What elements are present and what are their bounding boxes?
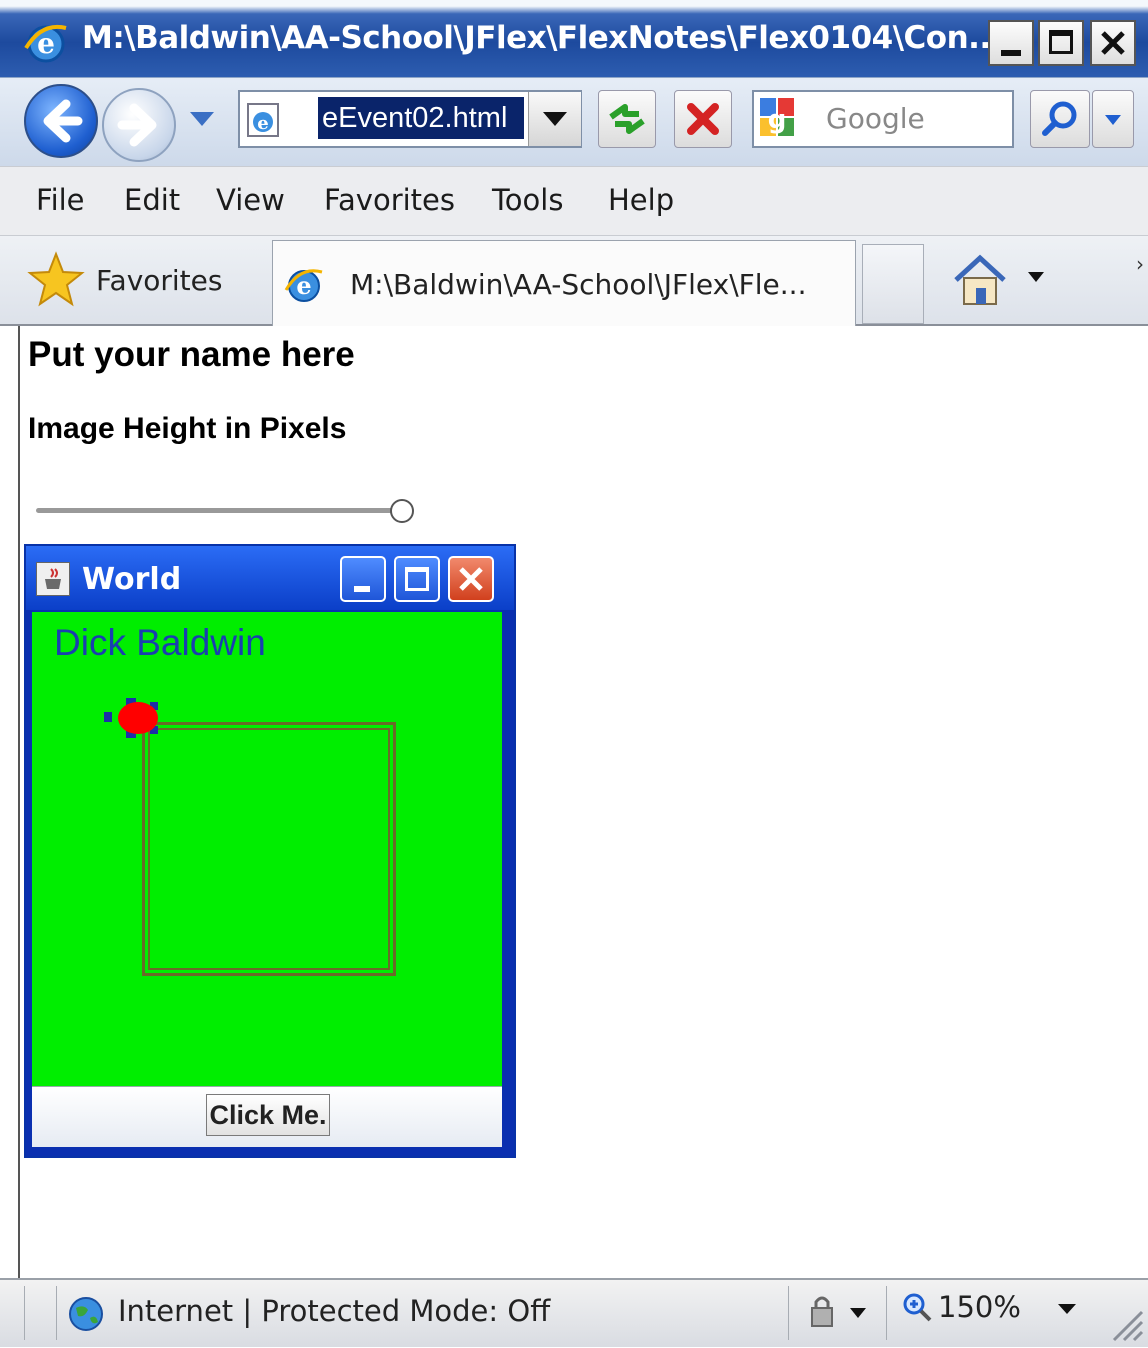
stop-icon — [687, 103, 719, 135]
java-minimize-button[interactable] — [340, 556, 386, 602]
chevron-down-icon — [190, 112, 214, 126]
minimize-icon — [354, 586, 370, 592]
back-arrow-icon — [43, 99, 83, 143]
maximize-button[interactable] — [1038, 20, 1084, 66]
minimize-icon — [1001, 50, 1021, 56]
lock-icon — [811, 1296, 866, 1327]
minimize-button[interactable] — [988, 20, 1034, 66]
search-button[interactable] — [1030, 90, 1090, 148]
zoom-dropdown-button[interactable] — [1054, 1300, 1080, 1320]
favorites-label[interactable]: Favorites — [96, 264, 222, 297]
tab-title: M:\Baldwin\AA-School\JFlex\Fle... — [350, 268, 807, 301]
security-zone-text[interactable]: Internet | Protected Mode: Off — [118, 1294, 550, 1328]
drawn-square-inner — [148, 728, 390, 970]
svg-text:g: g — [768, 105, 787, 135]
globe-icon — [66, 1294, 106, 1334]
maximize-icon — [1049, 30, 1073, 54]
world-name-text: Dick Baldwin — [54, 622, 266, 663]
protected-mode-button[interactable] — [798, 1290, 874, 1334]
home-icon — [954, 254, 1006, 305]
maximize-icon — [405, 567, 429, 591]
window-title: M:\Baldwin\AA-School\JFlex\FlexNotes\Fle… — [82, 20, 1002, 56]
tab-ie-icon: e — [282, 262, 326, 306]
refresh-icon — [609, 104, 645, 134]
menu-help[interactable]: Help — [608, 183, 674, 217]
zoom-level[interactable]: 150% — [938, 1290, 1021, 1324]
zoom-icon — [900, 1290, 934, 1324]
address-dropdown-button[interactable] — [528, 92, 581, 146]
toolbar-overflow-icon[interactable]: › — [1136, 252, 1146, 276]
new-tab-button[interactable] — [862, 244, 924, 324]
status-separator — [24, 1286, 25, 1340]
page-heading: Put your name here — [28, 335, 355, 374]
slider-thumb[interactable] — [390, 499, 414, 523]
history-dropdown-button[interactable] — [186, 108, 218, 132]
java-cup-icon — [36, 562, 70, 596]
menu-tools[interactable]: Tools — [492, 183, 563, 217]
chevron-down-icon — [1028, 272, 1044, 282]
click-me-button[interactable]: Click Me. — [206, 1094, 330, 1136]
forward-button[interactable] — [102, 88, 176, 162]
menu-favorites[interactable]: Favorites — [324, 183, 455, 217]
refresh-button[interactable] — [598, 90, 656, 148]
close-icon — [459, 567, 483, 591]
status-separator — [886, 1286, 887, 1340]
back-button[interactable] — [24, 84, 98, 158]
google-icon: g — [756, 94, 800, 142]
ie-icon: e — [22, 18, 70, 66]
search-options-button[interactable] — [1092, 90, 1134, 148]
stop-button[interactable] — [674, 90, 732, 148]
turtle-icon — [104, 696, 164, 740]
menu-view[interactable]: View — [216, 183, 285, 217]
close-button[interactable] — [1090, 20, 1136, 66]
java-window-title: World — [82, 562, 182, 597]
close-icon — [1101, 31, 1125, 55]
address-input[interactable]: eEvent02.html — [318, 97, 524, 139]
chevron-down-icon — [543, 112, 567, 126]
java-close-button[interactable] — [448, 556, 494, 602]
search-icon — [1042, 101, 1077, 136]
home-dropdown-button[interactable] — [1024, 266, 1048, 290]
chevron-down-icon — [1105, 115, 1121, 125]
resize-grip-icon[interactable] — [1106, 1300, 1146, 1344]
chevron-down-icon — [1058, 1304, 1076, 1314]
menu-edit[interactable]: Edit — [124, 183, 180, 217]
java-maximize-button[interactable] — [394, 556, 440, 602]
search-placeholder: Google — [826, 102, 925, 135]
svg-text:e: e — [257, 113, 268, 134]
status-separator — [56, 1286, 57, 1340]
star-icon — [27, 251, 85, 307]
menu-file[interactable]: File — [36, 183, 85, 217]
slider-label: Image Height in Pixels — [28, 412, 347, 445]
home-button[interactable] — [950, 250, 1010, 310]
page-icon: e — [244, 100, 284, 140]
forward-arrow-icon — [117, 103, 157, 147]
slider-track[interactable] — [36, 508, 402, 513]
status-separator — [788, 1286, 789, 1340]
